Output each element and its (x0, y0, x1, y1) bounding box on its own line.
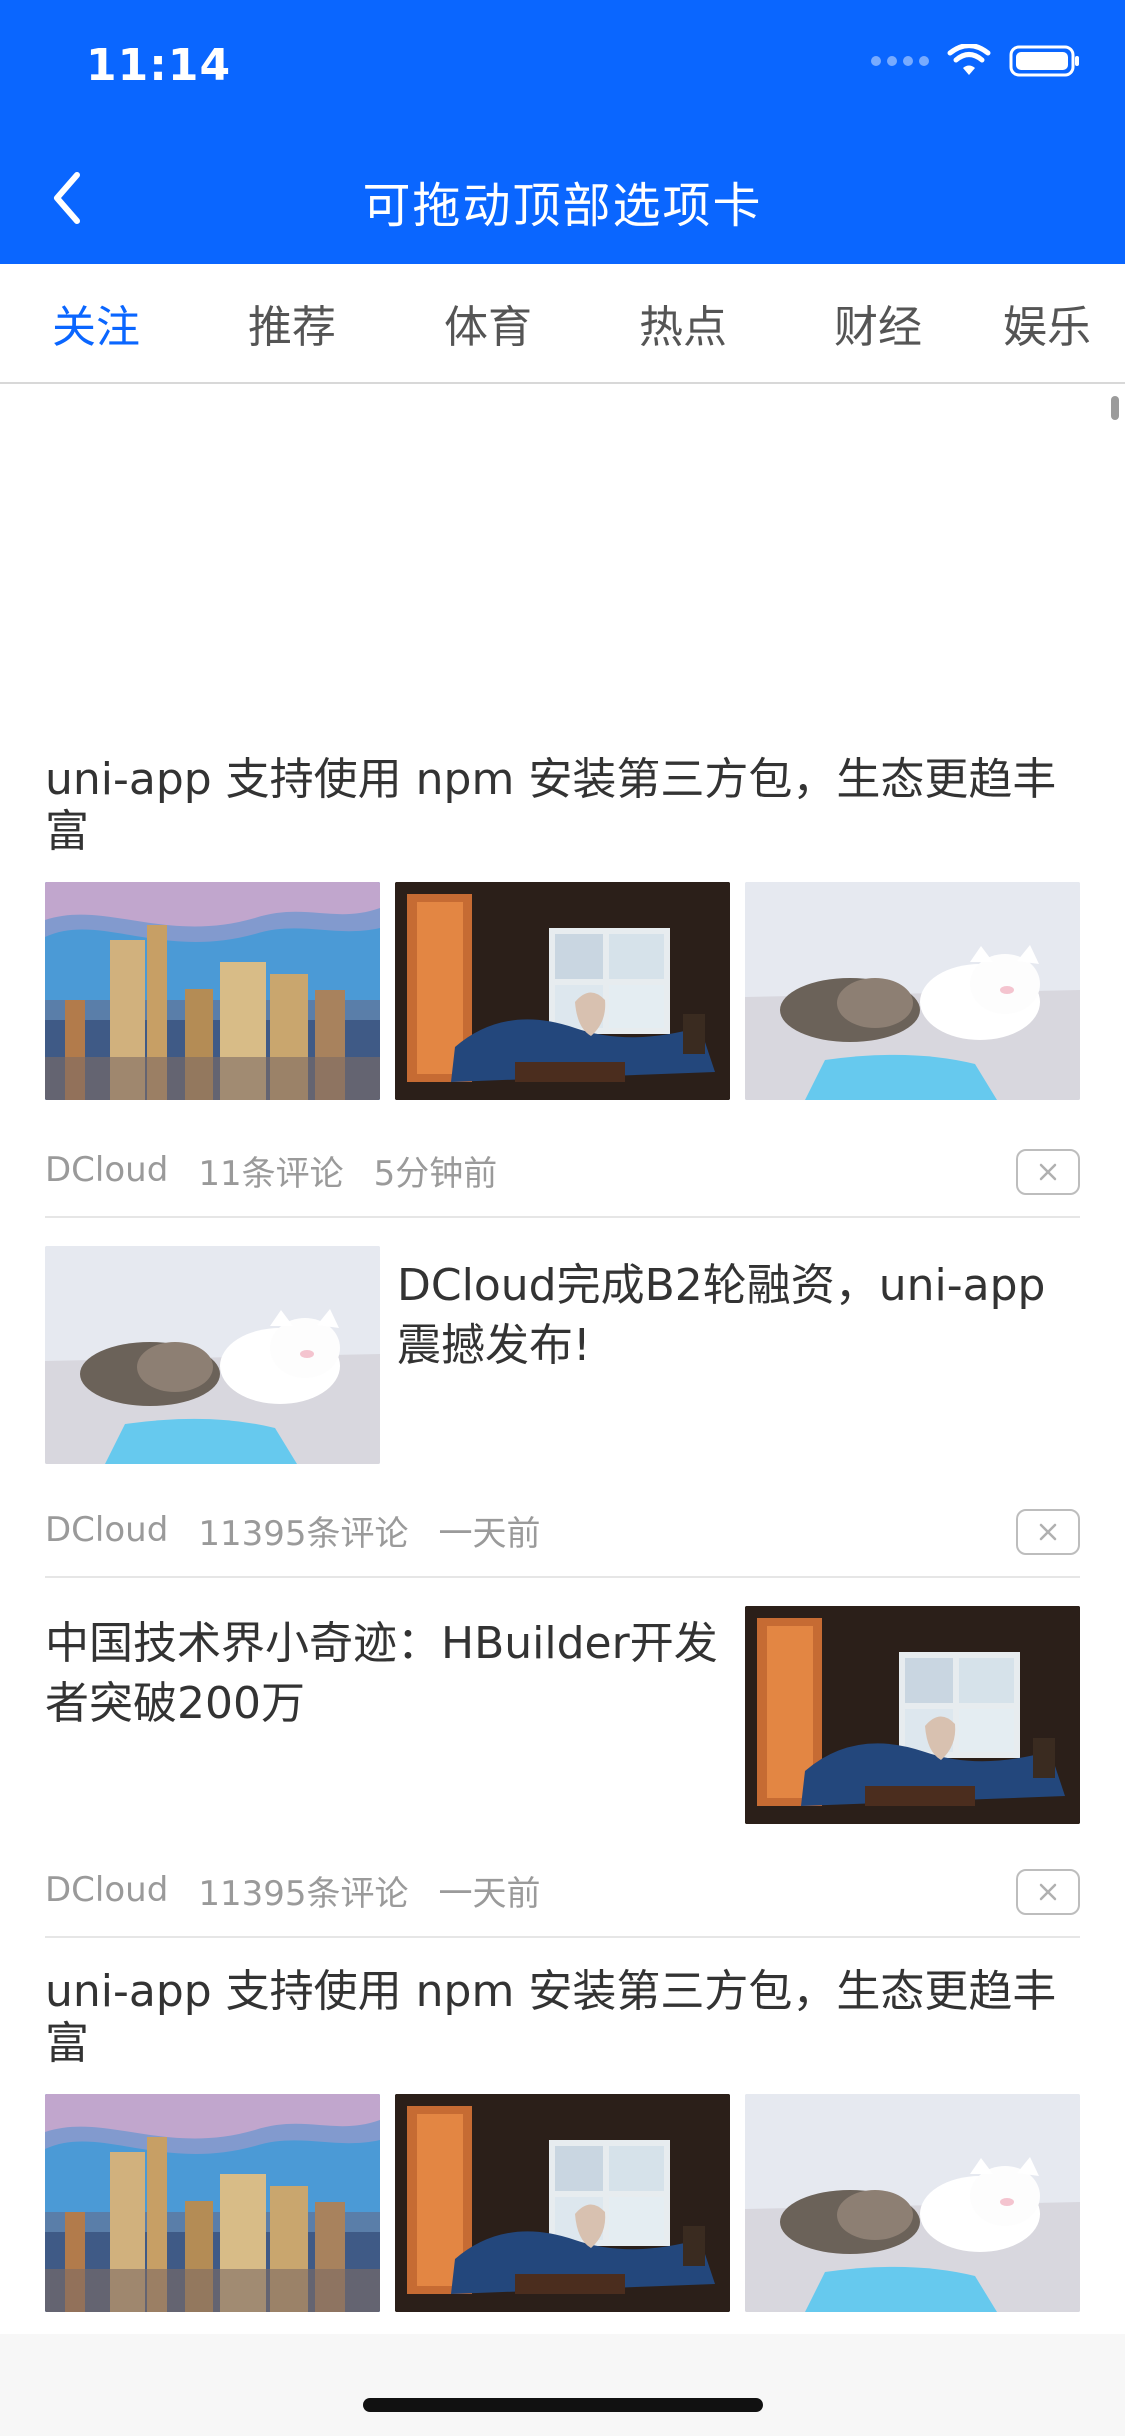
room-thumbnail (745, 1606, 1080, 1824)
list-item[interactable]: uni-app 支持使用 npm 安装第三方包，生态更趋丰富 (45, 754, 1080, 1100)
home-indicator-area (0, 2334, 1125, 2436)
cats-thumbnail (745, 882, 1080, 1100)
article-source: DCloud (45, 1510, 169, 1550)
close-icon (1039, 1163, 1057, 1181)
wifi-icon (947, 44, 991, 78)
cats-thumbnail (745, 2094, 1080, 2312)
page-title: 可拖动顶部选项卡 (362, 178, 763, 234)
tab-finance[interactable]: 财经 (808, 264, 948, 382)
article-source: DCloud (45, 1870, 169, 1910)
article-comments: 11395条评论 (198, 1513, 409, 1554)
article-time: 5分钟前 (373, 1153, 498, 1194)
dismiss-article-button[interactable] (1016, 1509, 1080, 1555)
app-screen: 11:14 可拖动顶部选项卡 关注 推荐 体育 热点 财经 娱乐 uni-app… (0, 0, 1125, 2436)
navigation-bar: 可拖动顶部选项卡 (0, 132, 1125, 264)
tab-follow[interactable]: 关注 (26, 264, 166, 382)
tab-recommend[interactable]: 推荐 (222, 264, 362, 382)
status-bar: 11:14 (0, 0, 1125, 132)
divider (45, 1216, 1080, 1218)
close-icon (1039, 1523, 1057, 1541)
top-tab-bar: 关注 推荐 体育 热点 财经 娱乐 (0, 264, 1125, 384)
tab-entertainment[interactable]: 娱乐 (1003, 264, 1125, 382)
city-thumbnail (45, 2094, 380, 2312)
divider (45, 1936, 1080, 1938)
list-item[interactable]: 中国技术界小奇迹：HBuilder开发者突破200万 (45, 1606, 1080, 1846)
tab-sports[interactable]: 体育 (418, 264, 558, 382)
divider (45, 1576, 1080, 1578)
article-meta: DCloud 11395条评论 一天前 (45, 1504, 1080, 1556)
article-title: DCloud完成B2轮融资，uni-app震撼发布! (397, 1260, 1046, 1371)
article-comments: 11395条评论 (198, 1873, 409, 1914)
home-indicator[interactable] (363, 2398, 763, 2412)
article-source: DCloud (45, 1150, 169, 1190)
close-icon (1039, 1883, 1057, 1901)
article-title: uni-app 支持使用 npm 安装第三方包，生态更趋丰富 (45, 1966, 1057, 2069)
room-thumbnail (395, 882, 730, 1100)
dismiss-article-button[interactable] (1016, 1869, 1080, 1915)
tab-hot[interactable]: 热点 (613, 264, 753, 382)
article-meta: DCloud 11条评论 5分钟前 (45, 1144, 1080, 1196)
article-meta: DCloud 11395条评论 一天前 (45, 1864, 1080, 1916)
city-thumbnail (45, 882, 380, 1100)
room-thumbnail (395, 2094, 730, 2312)
news-feed[interactable]: uni-app 支持使用 npm 安装第三方包，生态更趋丰富 DCloud 11… (0, 384, 1125, 2334)
scrollbar[interactable] (1111, 396, 1119, 420)
status-icons (871, 44, 1081, 78)
signal-icon (871, 56, 929, 66)
article-time: 一天前 (438, 1873, 541, 1914)
article-title: 中国技术界小奇迹：HBuilder开发者突破200万 (45, 1618, 718, 1729)
list-item[interactable]: uni-app 支持使用 npm 安装第三方包，生态更趋丰富 (45, 1966, 1080, 2312)
dismiss-article-button[interactable] (1016, 1149, 1080, 1195)
battery-icon (1009, 44, 1081, 78)
article-title: uni-app 支持使用 npm 安装第三方包，生态更趋丰富 (45, 754, 1057, 857)
article-time: 一天前 (438, 1513, 541, 1554)
status-time: 11:14 (86, 40, 232, 91)
cats-thumbnail (45, 1246, 380, 1464)
list-item[interactable]: DCloud完成B2轮融资，uni-app震撼发布! (45, 1246, 1080, 1486)
article-comments: 11条评论 (198, 1153, 344, 1194)
